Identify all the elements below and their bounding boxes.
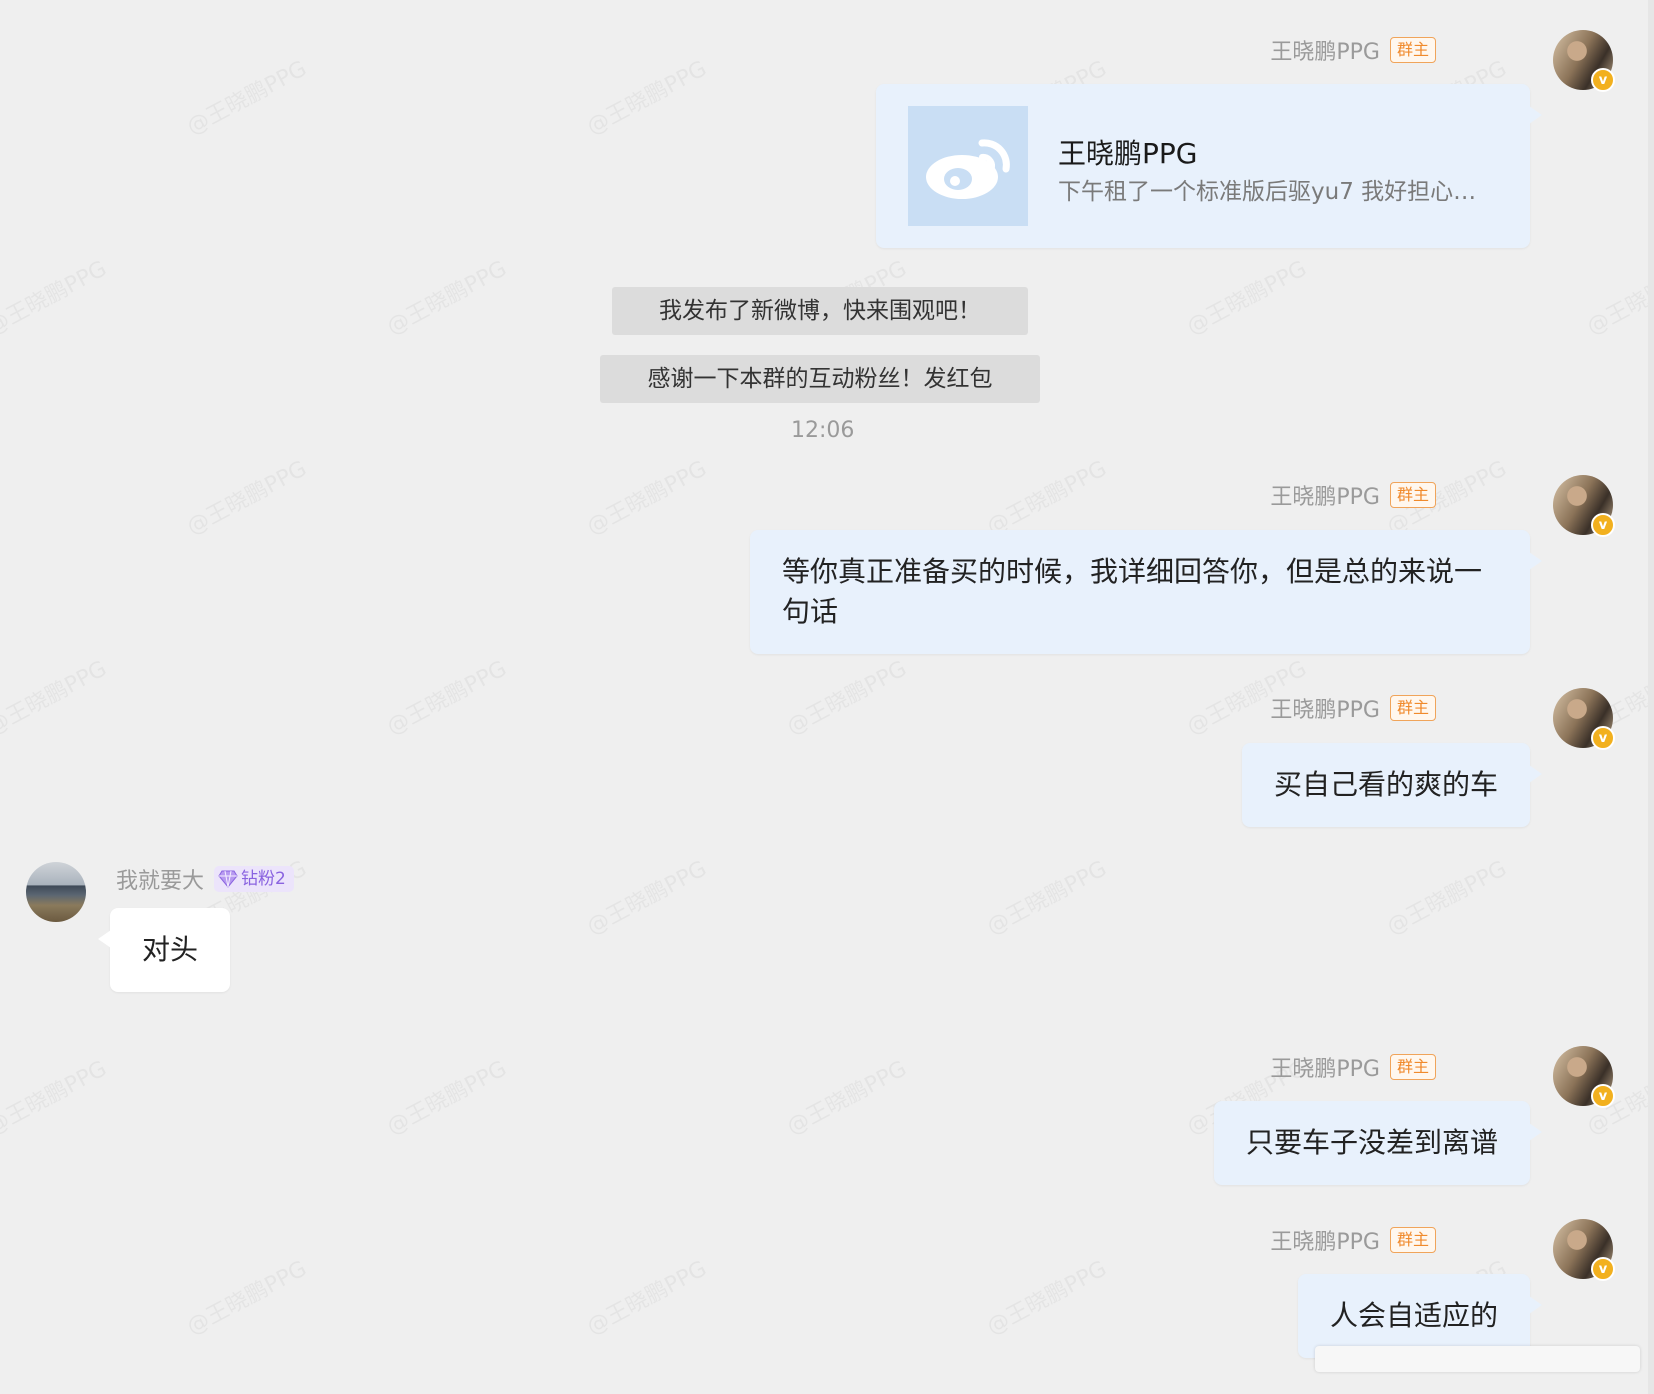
weibo-logo-icon: [908, 106, 1028, 226]
owner-badge: 群主: [1389, 482, 1436, 508]
weibo-share-card[interactable]: 王晓鹏PPG 下午租了一个标准版后驱yu7 我好担心…: [876, 84, 1542, 248]
diamond-icon: [218, 870, 238, 888]
sender-row: 王晓鹏PPG 群主: [1270, 1224, 1436, 1256]
watermark-text: @王晓鹏PPG: [180, 1251, 311, 1341]
message-bubble[interactable]: 等你真正准备买的时候，我详细回答你，但是总的来说一 句话: [750, 530, 1542, 654]
watermark-text: @王晓鹏PPG: [1180, 251, 1311, 341]
message-text-line: 等你真正准备买的时候，我详细回答你，但是总的来说一: [782, 555, 1483, 588]
owner-badge: 群主: [1389, 37, 1436, 63]
timestamp: 12:06: [791, 418, 855, 443]
sender-row: 我就要大 钻粉2: [116, 863, 294, 895]
watermark-text: @王晓鹏PPG: [780, 651, 911, 741]
watermark-text: @王晓鹏PPG: [0, 251, 111, 341]
message-bubble[interactable]: 买自己看的爽的车: [1242, 743, 1542, 827]
sender-row: 王晓鹏PPG 群主: [1270, 692, 1436, 724]
avatar[interactable]: v: [1553, 30, 1615, 92]
watermark-text: @王晓鹏PPG: [180, 51, 311, 141]
system-message[interactable]: 感谢一下本群的互动粉丝！发红包: [600, 355, 1040, 403]
watermark-text: @王晓鹏PPG: [580, 851, 711, 941]
sender-name[interactable]: 王晓鹏PPG: [1270, 1051, 1380, 1083]
watermark-text: @王晓鹏PPG: [1380, 851, 1511, 941]
avatar[interactable]: v: [1553, 688, 1615, 750]
watermark-text: @王晓鹏PPG: [980, 451, 1111, 541]
system-message: 我发布了新微博，快来围观吧！: [612, 287, 1028, 335]
sender-row: 王晓鹏PPG 群主: [1270, 34, 1436, 66]
scrollbar[interactable]: [1648, 0, 1654, 1394]
verified-icon: v: [1591, 1084, 1615, 1108]
watermark-text: @王晓鹏PPG: [1580, 251, 1654, 341]
watermark-text: @王晓鹏PPG: [780, 1051, 911, 1141]
owner-badge: 群主: [1389, 1054, 1436, 1080]
sender-name[interactable]: 我就要大: [116, 863, 204, 895]
sender-name[interactable]: 王晓鹏PPG: [1270, 479, 1380, 511]
owner-badge: 群主: [1389, 1227, 1436, 1253]
watermark-text: @王晓鹏PPG: [380, 651, 511, 741]
avatar[interactable]: v: [1553, 475, 1615, 537]
watermark-text: @王晓鹏PPG: [580, 1251, 711, 1341]
message-text: 等你真正准备买的时候，我详细回答你，但是总的来说一 句话: [782, 552, 1482, 632]
message-text-line: 句话: [782, 595, 839, 628]
verified-icon: v: [1591, 1257, 1615, 1281]
message-text: 买自己看的爽的车: [1274, 768, 1499, 801]
watermark-text: @王晓鹏PPG: [0, 651, 111, 741]
message-text: 人会自适应的: [1330, 1299, 1499, 1332]
sender-name[interactable]: 王晓鹏PPG: [1270, 692, 1380, 724]
message-text: 只要车子没差到离谱: [1246, 1126, 1499, 1159]
watermark-text: @王晓鹏PPG: [580, 451, 711, 541]
verified-icon: v: [1591, 68, 1615, 92]
avatar[interactable]: [26, 862, 86, 922]
message-bubble[interactable]: 只要车子没差到离谱: [1214, 1101, 1542, 1185]
message-text: 对头: [142, 933, 199, 966]
fan-badge-label: 钻粉2: [241, 869, 286, 889]
watermark-text: @王晓鹏PPG: [980, 851, 1111, 941]
verified-icon: v: [1591, 513, 1615, 537]
share-description: 下午租了一个标准版后驱yu7 我好担心…: [1058, 179, 1477, 205]
watermark-text: @王晓鹏PPG: [180, 451, 311, 541]
watermark-text: @王晓鹏PPG: [380, 251, 511, 341]
avatar[interactable]: v: [1553, 1046, 1615, 1108]
sender-row: 王晓鹏PPG 群主: [1270, 1051, 1436, 1083]
fan-badge: 钻粉2: [214, 866, 294, 892]
watermark-text: @王晓鹏PPG: [380, 1051, 511, 1141]
sender-name[interactable]: 王晓鹏PPG: [1270, 34, 1380, 66]
bottom-overlay-bar: [1315, 1346, 1640, 1372]
sender-row: 王晓鹏PPG 群主: [1270, 479, 1436, 511]
share-title: 王晓鹏PPG: [1058, 137, 1198, 170]
avatar[interactable]: v: [1553, 1219, 1615, 1281]
verified-icon: v: [1591, 726, 1615, 750]
watermark-text: @王晓鹏PPG: [980, 1251, 1111, 1341]
watermark-text: @王晓鹏PPG: [580, 51, 711, 141]
owner-badge: 群主: [1389, 695, 1436, 721]
watermark-text: @王晓鹏PPG: [0, 1051, 111, 1141]
message-bubble[interactable]: 对头: [98, 908, 230, 992]
avatar-image: [26, 862, 86, 922]
sender-name[interactable]: 王晓鹏PPG: [1270, 1224, 1380, 1256]
